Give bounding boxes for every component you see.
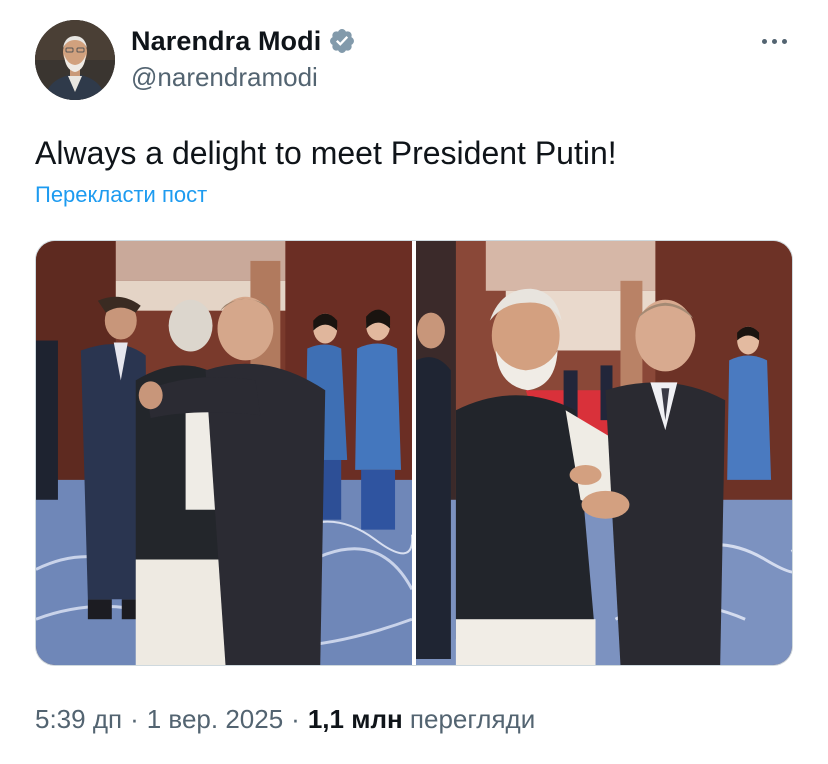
photo-2-image: [415, 241, 792, 665]
tweet-date[interactable]: 1 вер. 2025: [147, 704, 283, 734]
photo-1-image: [36, 241, 412, 665]
more-horizontal-icon[interactable]: [756, 26, 792, 56]
author-name-row: Narendra Modi: [131, 22, 356, 60]
more-dot: [771, 38, 777, 44]
more-dot: [761, 38, 767, 44]
views-count[interactable]: 1,1 млн: [308, 704, 403, 734]
photo-2[interactable]: [415, 241, 792, 665]
translate-post-link[interactable]: Перекласти пост: [35, 182, 207, 208]
tweet: Narendra Modi @narendramodi Always a del…: [0, 0, 828, 764]
more-dot: [781, 38, 787, 44]
tweet-text: Always a delight to meet President Putin…: [35, 135, 617, 171]
media-grid: [35, 240, 793, 666]
author-avatar[interactable]: [35, 20, 115, 100]
photo-1[interactable]: [36, 241, 412, 665]
tweet-time[interactable]: 5:39 дп: [35, 704, 122, 734]
views-label: перегляди: [409, 704, 536, 734]
author-display-name[interactable]: Narendra Modi: [131, 26, 321, 57]
avatar-image: [35, 20, 115, 100]
tweet-meta: 5:39 дп · 1 вер. 2025 · 1,1 млн перегляди: [35, 704, 535, 735]
meta-separator: ·: [291, 704, 300, 734]
meta-separator: ·: [130, 704, 139, 734]
author-handle[interactable]: @narendramodi: [131, 62, 318, 93]
verified-badge-icon[interactable]: [328, 27, 356, 55]
